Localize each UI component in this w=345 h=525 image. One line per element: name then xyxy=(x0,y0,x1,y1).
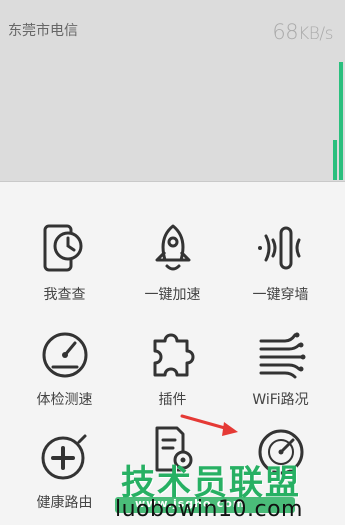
speed-unit: KB/s xyxy=(298,24,333,44)
network-speed: 68KB/s xyxy=(272,20,333,44)
watermark-url: luobowin10.com xyxy=(115,497,303,522)
status-panel: 东莞市电信 68KB/s xyxy=(0,0,345,182)
wifi-traffic-icon xyxy=(259,332,305,379)
tool-label: 健康路由 xyxy=(36,495,93,511)
speed-graph-bar xyxy=(339,62,343,180)
puzzle-icon xyxy=(153,333,194,377)
tool-health-router[interactable]: 健康路由 xyxy=(7,430,122,525)
tool-checkup-speedtest[interactable]: 体检测速 xyxy=(7,327,122,427)
tool-wochacha[interactable]: 我查查 xyxy=(7,222,122,322)
speedometer-icon xyxy=(42,332,87,378)
health-router-icon xyxy=(41,434,86,480)
signal-wall-icon xyxy=(257,226,300,270)
speed-value: 68 xyxy=(272,20,299,44)
tool-label: 我查查 xyxy=(43,287,86,303)
tool-label: WiFi路况 xyxy=(252,392,309,408)
watermark: 技术员联盟 www.jsgho.com luobowin10.com xyxy=(115,455,335,525)
tool-label: 一键穿墙 xyxy=(252,287,309,303)
tool-one-click-wall[interactable]: 一键穿墙 xyxy=(223,222,338,322)
red-arrow-icon xyxy=(180,414,238,436)
tool-label: 插件 xyxy=(158,392,187,408)
tool-label: 体检测速 xyxy=(36,392,93,408)
tool-label: 一键加速 xyxy=(144,287,201,303)
tool-one-click-boost[interactable]: 一键加速 xyxy=(115,222,230,322)
rocket-icon xyxy=(155,224,190,271)
speed-graph-bar-secondary xyxy=(333,140,337,180)
carrier-name: 东莞市电信 xyxy=(8,23,78,39)
phone-clock-icon xyxy=(43,224,82,272)
